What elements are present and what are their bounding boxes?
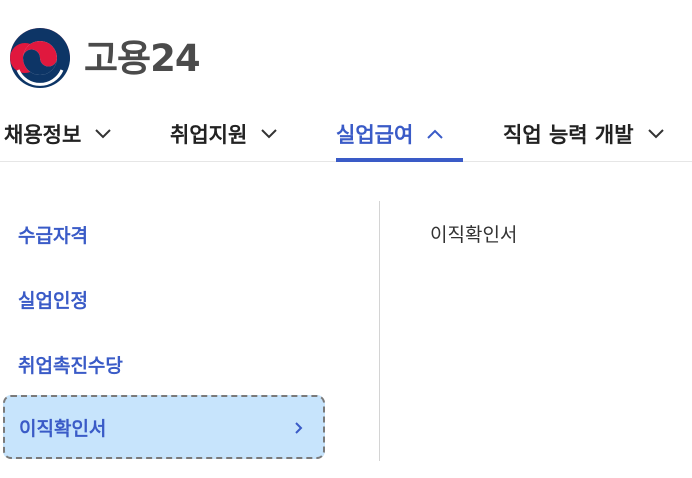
nav-item-vocational-training[interactable]: 직업 능력 개발 — [503, 106, 665, 161]
submenu-item-reemployment-allowance[interactable]: 취업촉진수당 — [18, 351, 123, 378]
depth3-item-separation-certificate[interactable]: 이직확인서 — [430, 220, 517, 247]
submenu-item-separation-certificate[interactable]: 이직확인서 — [3, 395, 325, 459]
chevron-down-icon — [261, 128, 277, 138]
site-logo[interactable]: 고용24 — [8, 24, 201, 92]
nav-item-label: 취업지원 — [170, 122, 248, 147]
submenu-item-eligibility[interactable]: 수급자격 — [18, 221, 88, 248]
chevron-down-icon — [647, 128, 664, 138]
nav-item-label: 실업급여 — [336, 122, 414, 147]
submenu-item-label: 이직확인서 — [19, 417, 107, 440]
nav-item-label: 채용정보 — [4, 122, 82, 147]
site-logo-text: 고용24 — [84, 36, 201, 80]
chevron-right-icon — [295, 422, 303, 434]
nav-item-employment-support[interactable]: 취업지원 — [170, 106, 278, 161]
nav-item-job-info[interactable]: 채용정보 — [4, 106, 112, 161]
page: 고용24 채용정보 취업지원 실업급여 직업 능력 개발 수급자격 실업인정 취… — [0, 0, 692, 478]
main-navigation: 채용정보 취업지원 실업급여 직업 능력 개발 — [0, 106, 692, 162]
nav-item-unemployment-benefits[interactable]: 실업급여 — [336, 106, 463, 162]
submenu-item-unemployment-recognition[interactable]: 실업인정 — [18, 286, 88, 313]
submenu-divider — [379, 201, 380, 461]
chevron-up-icon — [427, 129, 443, 139]
chevron-down-icon — [95, 128, 111, 138]
taegeuk-emblem-icon — [10, 28, 70, 88]
nav-item-label: 직업 능력 개발 — [503, 122, 634, 147]
